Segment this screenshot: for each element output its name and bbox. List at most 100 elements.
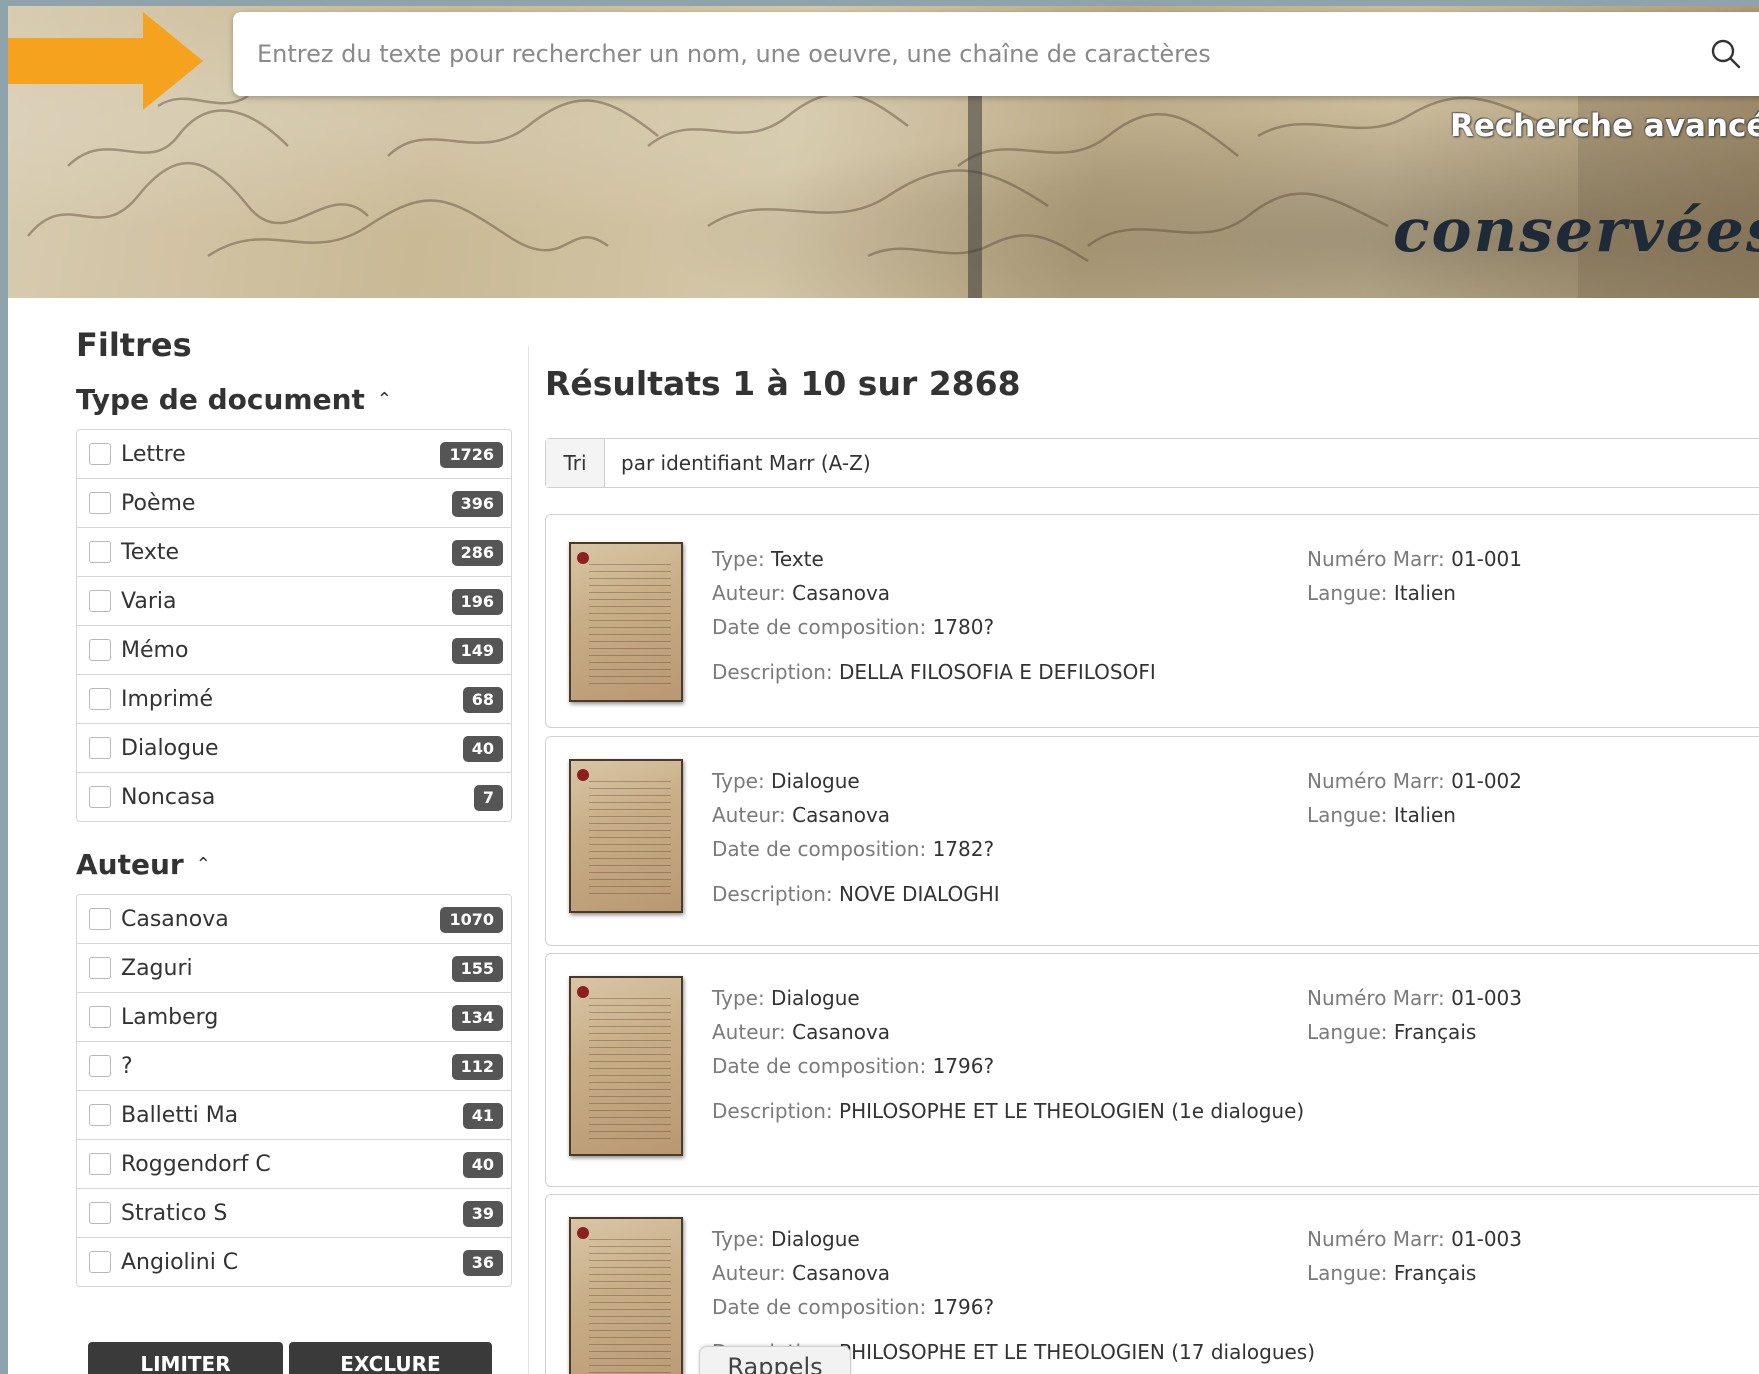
field-value: Casanova bbox=[792, 1261, 891, 1285]
chevron-up-icon[interactable]: ⌃ bbox=[377, 389, 392, 410]
checkbox[interactable] bbox=[89, 443, 111, 465]
facet-item[interactable]: Noncasa 7 bbox=[77, 773, 511, 821]
facet-item[interactable]: Mémo 149 bbox=[77, 626, 511, 675]
facet-item[interactable]: Dialogue 40 bbox=[77, 724, 511, 773]
orange-arrow-annotation bbox=[8, 12, 203, 110]
field-value: Italien bbox=[1393, 803, 1456, 827]
checkbox[interactable] bbox=[89, 908, 111, 930]
facet-item[interactable]: Imprimé 68 bbox=[77, 675, 511, 724]
facet-item-label: ? bbox=[121, 1053, 133, 1079]
field-value: Casanova bbox=[792, 581, 891, 605]
result-card[interactable]: Type: Dialogue Auteur: Casanova Date de … bbox=[545, 953, 1759, 1187]
count-badge: 286 bbox=[451, 540, 503, 566]
field-value: Casanova bbox=[792, 803, 891, 827]
facet-item[interactable]: Stratico S 39 bbox=[77, 1189, 511, 1238]
field-marr: Numéro Marr: 01-002 bbox=[1307, 769, 1522, 793]
field-label: Type: bbox=[712, 547, 765, 571]
sort-select[interactable]: Tri par identifiant Marr (A-Z) bbox=[545, 438, 1759, 488]
checkbox[interactable] bbox=[89, 1153, 111, 1175]
search-bar bbox=[233, 12, 1759, 96]
seal-icon bbox=[577, 986, 589, 998]
facet-item-label: Mémo bbox=[121, 637, 189, 663]
manuscript-thumbnail[interactable] bbox=[569, 1217, 683, 1374]
facet-item-label: Roggendorf C bbox=[121, 1151, 271, 1177]
result-card[interactable]: Type: Dialogue Auteur: Casanova Date de … bbox=[545, 736, 1759, 946]
count-badge: 36 bbox=[462, 1250, 503, 1276]
field-label: Description: bbox=[712, 1099, 833, 1123]
facet-item[interactable]: Poème 396 bbox=[77, 479, 511, 528]
field-value: Casanova bbox=[792, 1020, 891, 1044]
field-value: Français bbox=[1393, 1261, 1477, 1285]
field-language: Langue: Français bbox=[1307, 1261, 1476, 1285]
facet-item-label: Imprimé bbox=[121, 686, 214, 712]
facet-item[interactable]: Casanova 1070 bbox=[77, 895, 511, 944]
count-badge: 1070 bbox=[440, 907, 503, 933]
facet-item[interactable]: Zaguri 155 bbox=[77, 944, 511, 993]
checkbox[interactable] bbox=[89, 1202, 111, 1224]
facet-title-document-type[interactable]: Type de document ⌃ bbox=[76, 381, 512, 417]
checkbox[interactable] bbox=[89, 737, 111, 759]
result-card[interactable]: Type: Texte Auteur: Casanova Date de com… bbox=[545, 514, 1759, 728]
facet-item-label: Zaguri bbox=[121, 955, 193, 981]
search-icon[interactable] bbox=[1710, 38, 1742, 74]
field-value: Dialogue bbox=[771, 769, 860, 793]
facet-item-label: Dialogue bbox=[121, 735, 219, 761]
count-badge: 396 bbox=[451, 491, 503, 517]
field-marr: Numéro Marr: 01-003 bbox=[1307, 986, 1522, 1010]
field-label: Date de composition: bbox=[712, 1295, 927, 1319]
field-value: 01-002 bbox=[1451, 769, 1522, 793]
checkbox[interactable] bbox=[89, 492, 111, 514]
rappels-tab[interactable]: Rappels bbox=[699, 1346, 851, 1374]
handwriting-lines bbox=[589, 564, 671, 688]
field-label: Langue: bbox=[1307, 581, 1388, 605]
search-input[interactable] bbox=[255, 30, 1659, 78]
field-author: Auteur: Casanova bbox=[712, 581, 890, 605]
limit-button[interactable]: LIMITER bbox=[88, 1342, 283, 1374]
field-value: PHILOSOPHE ET LE THEOLOGIEN (17 dialogue… bbox=[839, 1340, 1316, 1364]
facet-title-label: Auteur bbox=[76, 847, 184, 881]
facet-title-label: Type de document bbox=[76, 382, 365, 416]
count-badge: 40 bbox=[462, 1152, 503, 1178]
manuscript-thumbnail[interactable] bbox=[569, 542, 683, 702]
field-value: 1796? bbox=[932, 1054, 995, 1078]
checkbox[interactable] bbox=[89, 688, 111, 710]
checkbox[interactable] bbox=[89, 541, 111, 563]
facet-item[interactable]: ? 112 bbox=[77, 1042, 511, 1091]
exclude-button[interactable]: EXCLURE bbox=[289, 1342, 492, 1374]
facet-item[interactable]: Roggendorf C 40 bbox=[77, 1140, 511, 1189]
count-badge: 149 bbox=[451, 638, 503, 664]
field-label: Date de composition: bbox=[712, 837, 927, 861]
facet-title-author[interactable]: Auteur ⌃ bbox=[76, 846, 512, 882]
checkbox[interactable] bbox=[89, 1006, 111, 1028]
checkbox[interactable] bbox=[89, 1055, 111, 1077]
checkbox[interactable] bbox=[89, 590, 111, 612]
field-type: Type: Texte bbox=[712, 547, 824, 571]
sort-value[interactable]: par identifiant Marr (A-Z) bbox=[621, 451, 871, 475]
manuscript-thumbnail[interactable] bbox=[569, 976, 683, 1156]
checkbox[interactable] bbox=[89, 786, 111, 808]
facet-item[interactable]: Varia 196 bbox=[77, 577, 511, 626]
count-badge: 41 bbox=[462, 1103, 503, 1129]
checkbox[interactable] bbox=[89, 1251, 111, 1273]
manuscript-thumbnail[interactable] bbox=[569, 759, 683, 913]
checkbox[interactable] bbox=[89, 639, 111, 661]
handwriting-lines bbox=[589, 998, 671, 1142]
field-label: Numéro Marr: bbox=[1307, 769, 1445, 793]
facet-item-label: Lamberg bbox=[121, 1004, 219, 1030]
facet-list-author: Casanova 1070 Zaguri 155 Lamberg 134 ? 112 B… bbox=[76, 894, 512, 1287]
field-type: Type: Dialogue bbox=[712, 986, 860, 1010]
checkbox[interactable] bbox=[89, 1104, 111, 1126]
facet-item-label: Lettre bbox=[121, 441, 186, 467]
facet-list-document-type: Lettre 1726 Poème 396 Texte 286 Varia 196 Mé… bbox=[76, 429, 512, 822]
seal-icon bbox=[577, 1227, 589, 1239]
facet-item[interactable]: Lettre 1726 bbox=[77, 430, 511, 479]
facet-item[interactable]: Angiolini C 36 bbox=[77, 1238, 511, 1286]
checkbox[interactable] bbox=[89, 957, 111, 979]
facet-item-label: Texte bbox=[121, 539, 180, 565]
facet-item[interactable]: Balletti Ma 41 bbox=[77, 1091, 511, 1140]
advanced-search-link[interactable]: Recherche avancée bbox=[1450, 108, 1759, 144]
facet-item[interactable]: Texte 286 bbox=[77, 528, 511, 577]
chevron-up-icon[interactable]: ⌃ bbox=[196, 854, 211, 875]
facet-item[interactable]: Lamberg 134 bbox=[77, 993, 511, 1042]
field-date: Date de composition: 1796? bbox=[712, 1054, 994, 1078]
